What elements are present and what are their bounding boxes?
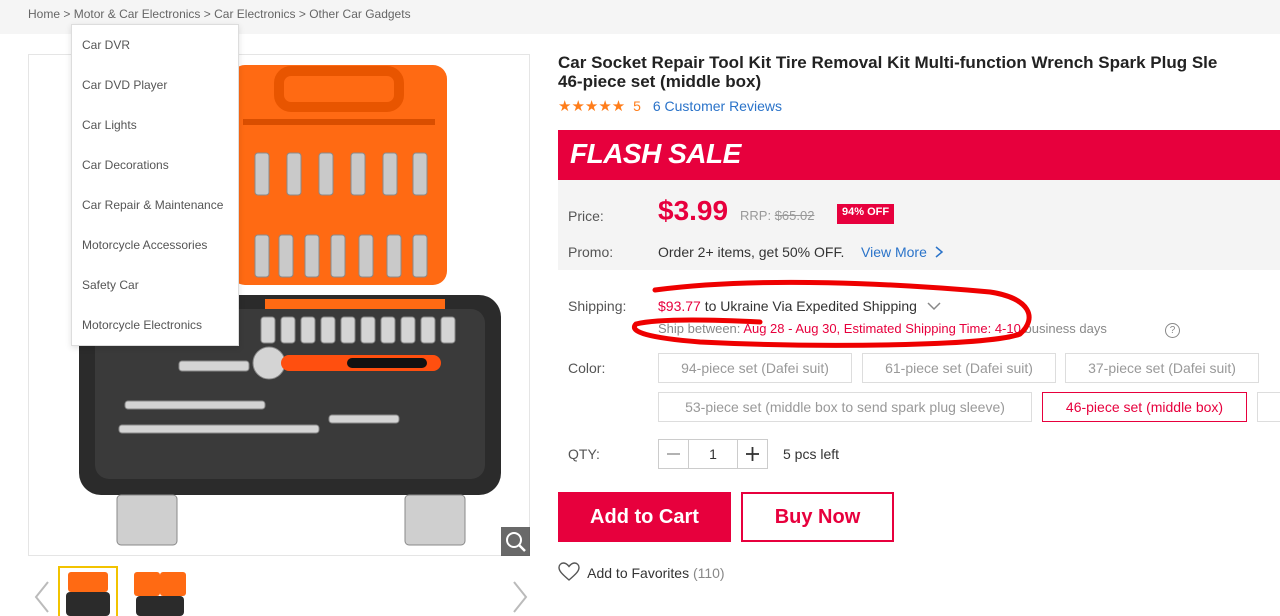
star-rating-icon: ★★★★★: [558, 98, 626, 115]
product-title: Car Socket Repair Tool Kit Tire Removal …: [558, 53, 1280, 91]
favorites-label: Add to Favorites: [587, 565, 690, 581]
rrp-value: $65.02: [774, 208, 815, 223]
flash-sale-banner: FLASH SALE: [558, 130, 1280, 180]
product-title-line-1: Car Socket Repair Tool Kit Tire Removal …: [558, 53, 1218, 72]
breadcrumb-separator: >: [63, 7, 71, 21]
add-to-favorites[interactable]: Add to Favorites (110): [558, 562, 725, 582]
shipping-destination: to Ukraine Via Expedited Shipping: [704, 298, 917, 314]
menu-item-car-lights[interactable]: Car Lights: [82, 118, 137, 132]
heart-icon: [558, 562, 580, 581]
business-days-label: business days: [1024, 321, 1107, 336]
view-more-link[interactable]: View More: [861, 244, 944, 260]
qty-decrement-button[interactable]: [658, 439, 689, 469]
menu-item-car-decorations[interactable]: Car Decorations: [82, 158, 169, 172]
help-icon[interactable]: ?: [1165, 323, 1180, 338]
breadcrumb: Home > Motor & Car Electronics > Car Ele…: [28, 7, 411, 21]
rating-value: 5: [633, 98, 641, 114]
customer-reviews-link[interactable]: 6 Customer Reviews: [653, 98, 782, 114]
magnifier-icon: [506, 532, 526, 552]
breadcrumb-separator: >: [298, 7, 306, 21]
qty-label: QTY:: [568, 446, 600, 462]
color-option-94-piece[interactable]: 94-piece set (Dafei suit): [658, 353, 852, 383]
buy-now-button[interactable]: Buy Now: [741, 492, 894, 542]
flash-sale-label: FLASH SALE: [570, 138, 741, 169]
shipping-estimate: Ship between: Aug 28 - Aug 30, Estimated…: [658, 321, 1107, 336]
menu-item-safety-car[interactable]: Safety Car: [82, 278, 139, 292]
color-label: Color:: [568, 360, 606, 376]
thumbnail-2[interactable]: [130, 566, 190, 616]
thumbnail-image: [134, 572, 186, 616]
shipping-label: Shipping:: [568, 298, 627, 314]
color-option-53-piece[interactable]: 53-piece set (middle box to send spark p…: [658, 392, 1032, 422]
product-title-line-2: 46-piece set (middle box): [558, 72, 762, 91]
chevron-down-icon: [927, 302, 941, 311]
zoom-button[interactable]: [501, 527, 530, 556]
add-to-cart-button[interactable]: Add to Cart: [558, 492, 731, 542]
estimated-time-label: Estimated Shipping Time:: [843, 321, 992, 336]
plus-icon: [746, 447, 759, 461]
rating-row: ★★★★★ 5 6 Customer Reviews: [558, 97, 782, 115]
thumbnail-1[interactable]: [58, 566, 118, 616]
color-option-more[interactable]: [1257, 392, 1280, 422]
breadcrumb-other-car-gadgets[interactable]: Other Car Gadgets: [309, 7, 410, 21]
thumbnail-next-button[interactable]: [510, 580, 530, 614]
ship-between-label: Ship between:: [658, 321, 741, 336]
color-option-37-piece[interactable]: 37-piece set (Dafei suit): [1065, 353, 1259, 383]
menu-item-car-dvr[interactable]: Car DVR: [82, 38, 130, 52]
favorites-count: (110): [692, 565, 725, 581]
thumbnail-image: [66, 572, 110, 616]
breadcrumb-motor-car-electronics[interactable]: Motor & Car Electronics: [74, 7, 201, 21]
breadcrumb-car-electronics[interactable]: Car Electronics: [214, 7, 295, 21]
menu-item-car-dvd-player[interactable]: Car DVD Player: [82, 78, 167, 92]
breadcrumb-home[interactable]: Home: [28, 7, 60, 21]
promo-label: Promo:: [568, 244, 614, 260]
sale-price: $3.99: [658, 195, 729, 226]
color-option-61-piece[interactable]: 61-piece set (Dafei suit): [862, 353, 1056, 383]
minus-icon: [667, 453, 680, 455]
chevron-right-icon: [513, 581, 528, 613]
qty-input[interactable]: 1: [688, 439, 738, 469]
menu-item-motorcycle-accessories[interactable]: Motorcycle Accessories: [82, 238, 207, 252]
qty-increment-button[interactable]: [737, 439, 768, 469]
promo-text: Order 2+ items, get 50% OFF.: [658, 244, 845, 260]
price-label: Price:: [568, 208, 604, 224]
discount-badge: 94% OFF: [837, 204, 895, 224]
stock-left: 5 pcs left: [783, 446, 840, 462]
shipping-cost: $93.77: [658, 298, 701, 314]
chevron-right-icon: [935, 246, 943, 258]
chevron-left-icon: [34, 581, 49, 613]
menu-item-motorcycle-electronics[interactable]: Motorcycle Electronics: [82, 318, 202, 332]
shipping-selector[interactable]: $93.77 to Ukraine Via Expedited Shipping: [658, 298, 941, 314]
menu-item-car-repair-maintenance[interactable]: Car Repair & Maintenance: [82, 198, 223, 212]
view-more-label: View More: [861, 244, 927, 260]
estimated-days: 4-10: [994, 321, 1021, 336]
color-option-46-piece-selected[interactable]: 46-piece set (middle box): [1042, 392, 1247, 422]
rrp-label: RRP:: [740, 208, 772, 223]
thumbnail-prev-button[interactable]: [32, 580, 52, 614]
category-dropdown: Car DVR Car DVD Player Car Lights Car De…: [71, 24, 239, 346]
ship-dates: Aug 28 - Aug 30,: [743, 321, 841, 336]
rrp: RRP: $65.02: [740, 208, 814, 223]
breadcrumb-separator: >: [203, 7, 211, 21]
